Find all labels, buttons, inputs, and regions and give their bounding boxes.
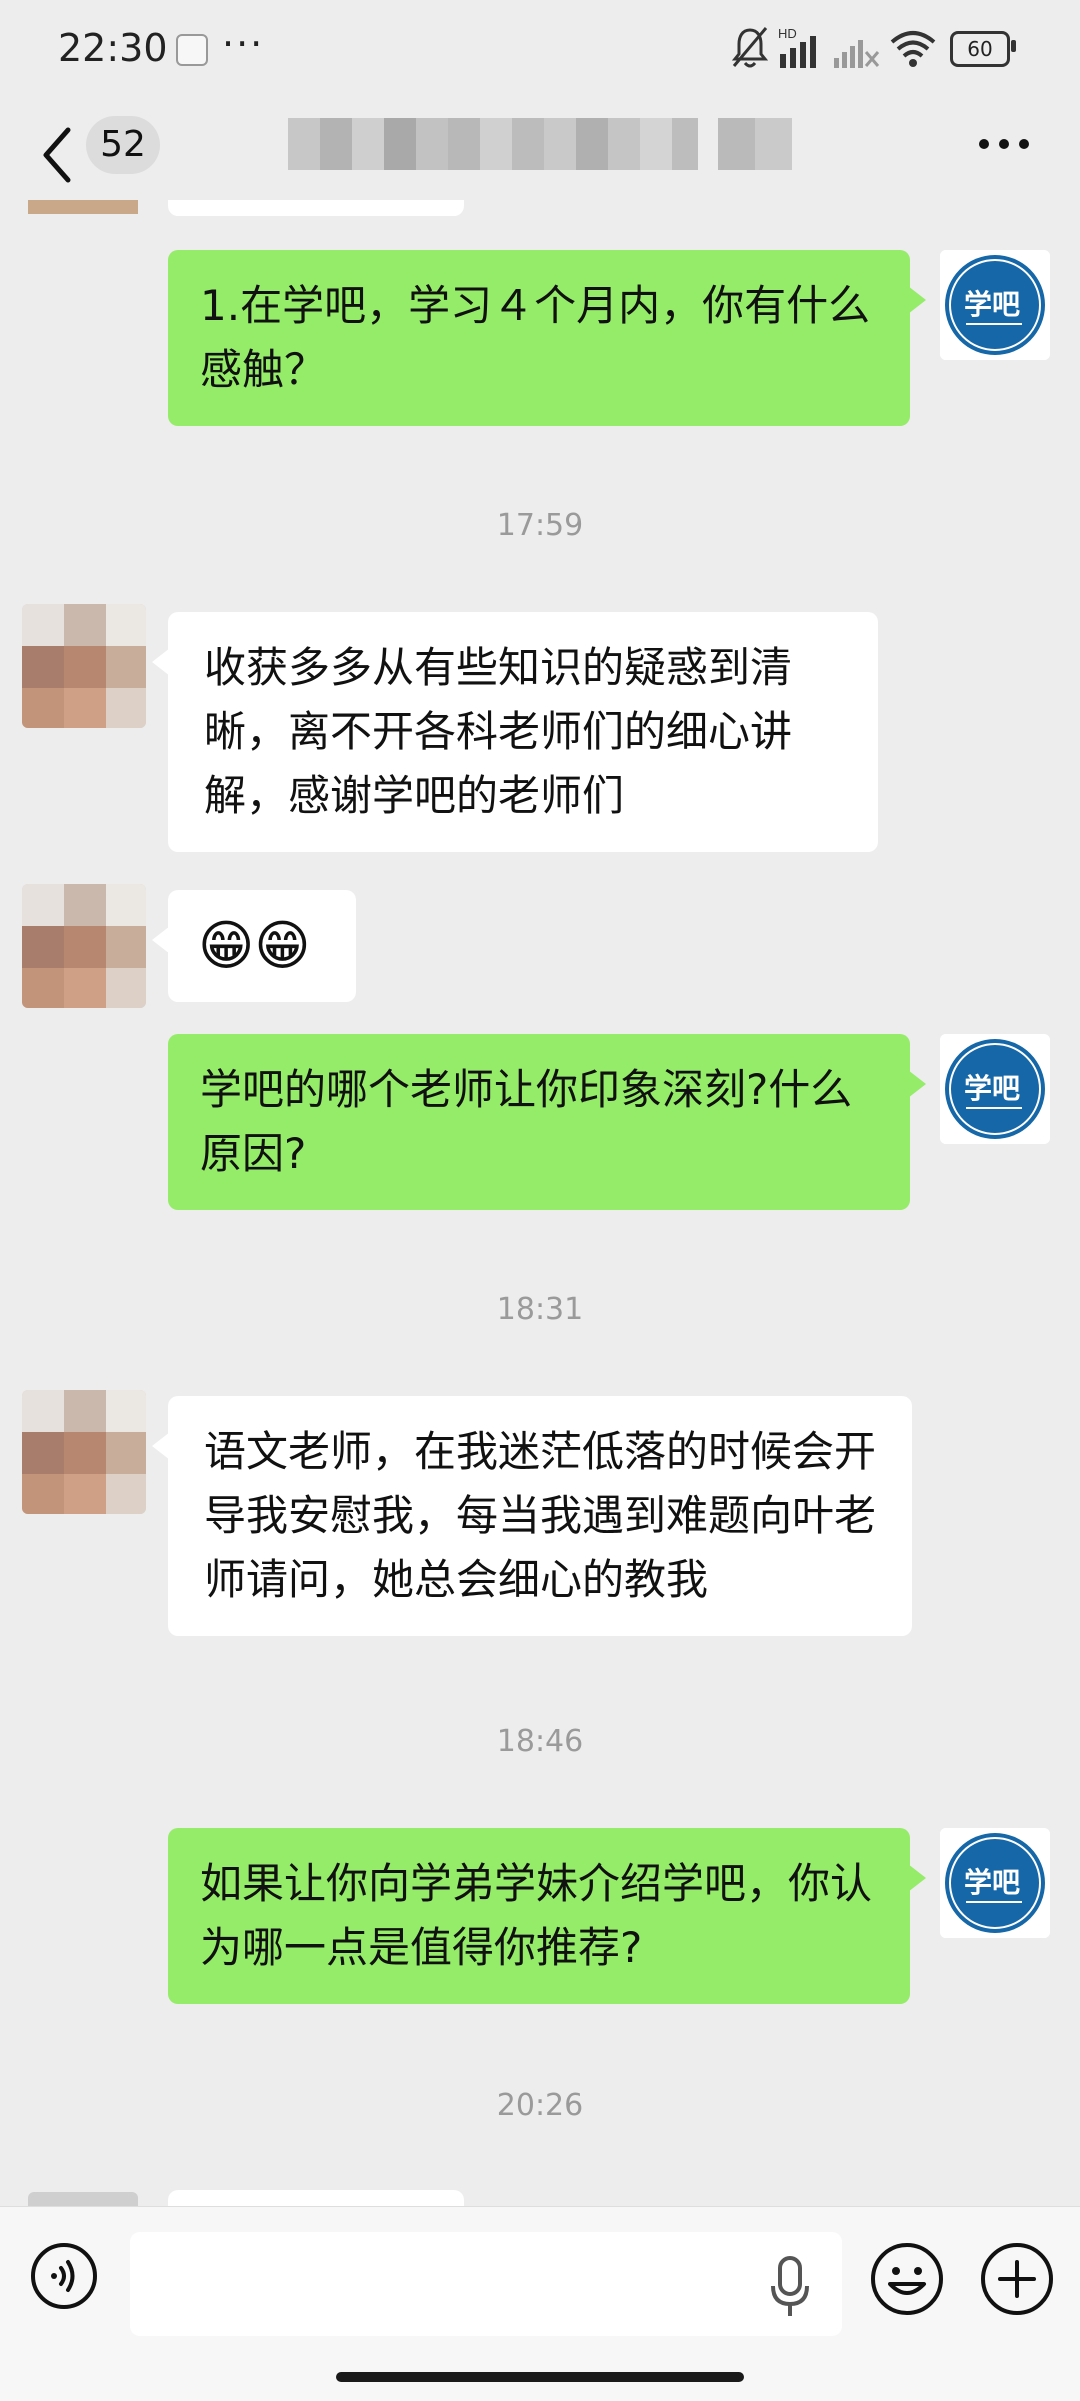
status-bar: 22:30 ··· HD 60 (0, 0, 1080, 100)
chat-title (288, 118, 698, 170)
status-time: 22:30 (58, 26, 168, 70)
message-bubble-emoji[interactable]: 😁😁 (152, 890, 356, 1002)
chat-title-suffix (718, 118, 792, 170)
partial-bottom-avatar (28, 2192, 138, 2206)
voice-icon[interactable] (30, 2242, 98, 2310)
message-bubble-sent[interactable]: 如果让你向学弟学妹介绍学吧，你认为哪一点是值得你推荐? (168, 1828, 926, 2004)
partial-top-avatar (28, 200, 138, 214)
timestamp: 18:31 (496, 1292, 584, 1327)
signal-icon: HD (778, 26, 816, 68)
message-bubble-sent[interactable]: 1.在学吧，学习４个月内，你有什么感触？ (168, 250, 926, 426)
contact-avatar[interactable] (22, 604, 146, 728)
contact-avatar[interactable] (22, 884, 146, 1008)
xueba-logo-avatar[interactable]: 学吧 (940, 250, 1050, 360)
partial-top-bubble (168, 200, 464, 216)
svg-text:学吧: 学吧 (964, 288, 1020, 321)
message-bubble-received[interactable]: 收获多多从有些知识的疑惑到清晰，离不开各科老师们的细心讲解，感谢学吧的老师们 (152, 612, 878, 852)
unread-count-badge[interactable]: 52 (86, 116, 160, 174)
signal-2-icon (834, 40, 880, 68)
message-input[interactable] (130, 2232, 842, 2336)
home-indicator[interactable] (336, 2372, 744, 2382)
timestamp: 17:59 (496, 508, 584, 543)
chevron-left-icon[interactable] (38, 122, 78, 188)
message-bubble-sent[interactable]: 学吧的哪个老师让你印象深刻?什么原因? (168, 1034, 926, 1210)
partial-bottom-bubble (168, 2190, 464, 2206)
timestamp: 20:26 (496, 2088, 584, 2123)
xueba-logo-avatar[interactable]: 学吧 (940, 1828, 1050, 1938)
wifi-icon (890, 31, 936, 67)
mic-icon[interactable] (770, 2256, 810, 2318)
timestamp: 18:46 (496, 1724, 584, 1759)
svg-text:学吧: 学吧 (964, 1072, 1020, 1105)
status-more: ··· (222, 22, 265, 66)
battery-icon: 60 (950, 31, 1010, 67)
svg-text:学吧: 学吧 (964, 1866, 1020, 1899)
network-label: HD (778, 26, 797, 41)
plus-icon[interactable] (980, 2242, 1054, 2316)
xueba-logo-avatar[interactable]: 学吧 (940, 1034, 1050, 1144)
notification-icon (176, 34, 208, 66)
more-dots-icon[interactable] (976, 126, 1032, 162)
message-bubble-received[interactable]: 语文老师，在我迷茫低落的时候会开导我安慰我，每当我遇到难题向叶老师请问，她总会细… (152, 1396, 912, 1636)
battery-tip (1011, 40, 1016, 52)
mute-bell-icon (731, 27, 769, 68)
contact-avatar[interactable] (22, 1390, 146, 1514)
emoji-icon[interactable] (870, 2242, 944, 2316)
